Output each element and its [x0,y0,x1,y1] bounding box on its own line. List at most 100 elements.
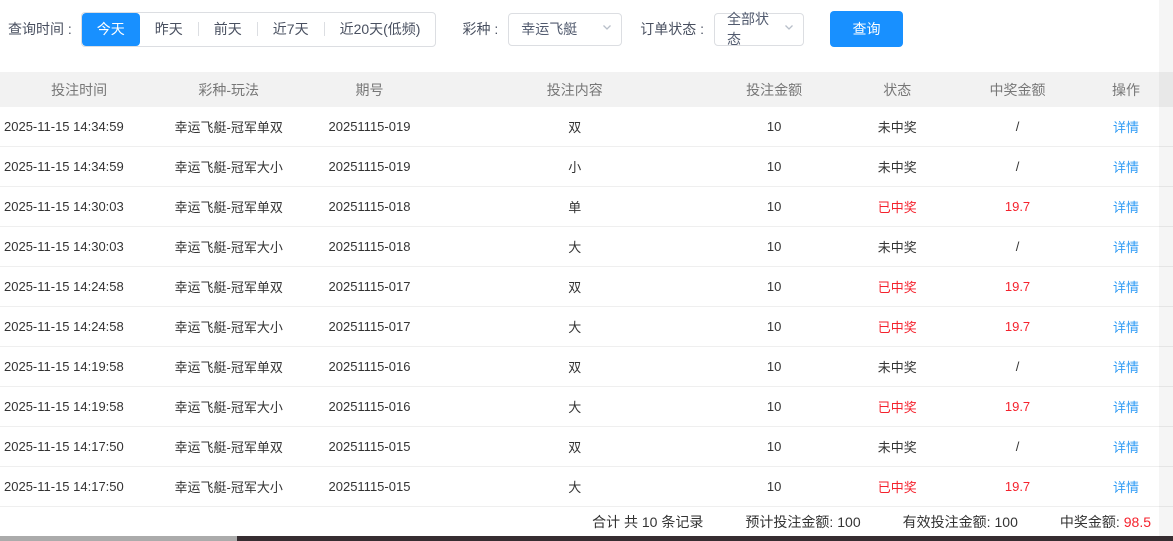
cell-issue: 20251115-017 [299,319,440,334]
summary-bar: 合计 共 10 条记录 预计投注金额:100 有效投注金额:100 中奖金额:9… [0,507,1173,536]
cell-play: 幸运飞艇-冠军大小 [158,237,299,256]
cell-status: 未中奖 [839,157,956,176]
table-row: 2025-11-15 14:24:58 幸运飞艇-冠军单双 20251115-0… [0,267,1173,307]
detail-link[interactable]: 详情 [1113,280,1139,295]
lottery-type-select[interactable]: 幸运飞艇 [508,13,622,46]
detail-link[interactable]: 详情 [1113,160,1139,175]
cell-play: 幸运飞艇-冠军大小 [158,317,299,336]
cell-content: 单 [440,197,710,216]
header-bet-content: 投注内容 [440,80,710,100]
table-row: 2025-11-15 14:30:03 幸运飞艇-冠军大小 20251115-0… [0,227,1173,267]
cell-win: 19.7 [956,319,1079,334]
detail-link[interactable]: 详情 [1113,240,1139,255]
cell-content: 双 [440,117,710,136]
cell-issue: 20251115-016 [299,399,440,414]
cell-status: 未中奖 [839,437,956,456]
cell-time: 2025-11-15 14:24:58 [0,319,158,334]
cell-amount: 10 [710,319,839,334]
cell-amount: 10 [710,439,839,454]
detail-link[interactable]: 详情 [1113,200,1139,215]
time-option-last-7-days[interactable]: 近7天 [258,13,324,46]
summary-valid: 有效投注金额:100 [903,512,1018,532]
filter-toolbar: 查询时间 : 今天 昨天 前天 近7天 近20天(低频) 彩种 : 幸运飞艇 订… [0,0,1173,72]
cell-amount: 10 [710,479,839,494]
cell-amount: 10 [710,399,839,414]
detail-link[interactable]: 详情 [1113,360,1139,375]
cell-status: 已中奖 [839,477,956,496]
cell-amount: 10 [710,199,839,214]
table-row: 2025-11-15 14:19:58 幸运飞艇-冠军大小 20251115-0… [0,387,1173,427]
chevron-down-icon [783,20,795,38]
cell-win: 19.7 [956,479,1079,494]
cell-content: 双 [440,357,710,376]
cell-play: 幸运飞艇-冠军单双 [158,277,299,296]
cell-time: 2025-11-15 14:19:58 [0,399,158,414]
cell-content: 大 [440,477,710,496]
table-row: 2025-11-15 14:17:50 幸运飞艇-冠军单双 20251115-0… [0,427,1173,467]
cell-win: 19.7 [956,399,1079,414]
table-row: 2025-11-15 14:34:59 幸运飞艇-冠军单双 20251115-0… [0,107,1173,147]
table-body: 2025-11-15 14:34:59 幸运飞艇-冠军单双 20251115-0… [0,107,1173,507]
cell-issue: 20251115-015 [299,479,440,494]
time-option-day-before[interactable]: 前天 [199,13,257,46]
cell-issue: 20251115-017 [299,279,440,294]
cell-content: 大 [440,397,710,416]
cell-win: / [956,359,1079,374]
cell-play: 幸运飞艇-冠军大小 [158,397,299,416]
cell-win: 19.7 [956,279,1079,294]
summary-win: 中奖金额:98.5 [1060,512,1151,532]
cell-amount: 10 [710,159,839,174]
horizontal-scrollbar[interactable] [0,536,1173,541]
detail-link[interactable]: 详情 [1113,440,1139,455]
time-option-yesterday[interactable]: 昨天 [140,13,198,46]
cell-amount: 10 [710,279,839,294]
cell-content: 大 [440,317,710,336]
table-row: 2025-11-15 14:30:03 幸运飞艇-冠军单双 20251115-0… [0,187,1173,227]
cell-status: 未中奖 [839,117,956,136]
cell-content: 小 [440,157,710,176]
header-status: 状态 [839,80,956,100]
vertical-scrollbar[interactable] [1159,0,1173,536]
detail-link[interactable]: 详情 [1113,480,1139,495]
time-option-today[interactable]: 今天 [82,13,140,46]
lottery-type-value: 幸运飞艇 [521,19,577,39]
cell-time: 2025-11-15 14:17:50 [0,439,158,454]
query-button[interactable]: 查询 [830,11,903,47]
header-win-amount: 中奖金额 [956,80,1079,100]
cell-win: / [956,439,1079,454]
cell-issue: 20251115-016 [299,359,440,374]
summary-win-value: 98.5 [1124,514,1151,530]
table-header-row: 投注时间 彩种-玩法 期号 投注内容 投注金额 状态 中奖金额 操作 [0,72,1173,107]
bet-records-table: 投注时间 彩种-玩法 期号 投注内容 投注金额 状态 中奖金额 操作 2025-… [0,72,1173,507]
cell-play: 幸运飞艇-冠军单双 [158,437,299,456]
cell-issue: 20251115-019 [299,159,440,174]
cell-issue: 20251115-015 [299,439,440,454]
cell-play: 幸运飞艇-冠军单双 [158,117,299,136]
lottery-type-label: 彩种 : [462,19,498,39]
order-history-page: 查询时间 : 今天 昨天 前天 近7天 近20天(低频) 彩种 : 幸运飞艇 订… [0,0,1173,541]
cell-time: 2025-11-15 14:30:03 [0,239,158,254]
cell-issue: 20251115-019 [299,119,440,134]
cell-content: 大 [440,237,710,256]
cell-amount: 10 [710,359,839,374]
order-status-select[interactable]: 全部状态 [714,13,804,46]
detail-link[interactable]: 详情 [1113,120,1139,135]
cell-play: 幸运飞艇-冠军单双 [158,197,299,216]
cell-time: 2025-11-15 14:34:59 [0,159,158,174]
cell-time: 2025-11-15 14:24:58 [0,279,158,294]
query-time-label: 查询时间 : [8,19,72,39]
header-lottery-play: 彩种-玩法 [158,80,299,100]
detail-link[interactable]: 详情 [1113,400,1139,415]
cell-status: 已中奖 [839,277,956,296]
time-option-last-20-days[interactable]: 近20天(低频) [325,13,436,46]
header-bet-amount: 投注金额 [710,80,839,100]
time-range-button-group: 今天 昨天 前天 近7天 近20天(低频) [81,12,437,47]
order-status-label: 订单状态 : [640,19,704,39]
cell-win: 19.7 [956,199,1079,214]
table-row: 2025-11-15 14:19:58 幸运飞艇-冠军单双 20251115-0… [0,347,1173,387]
cell-time: 2025-11-15 14:19:58 [0,359,158,374]
cell-play: 幸运飞艇-冠军单双 [158,357,299,376]
detail-link[interactable]: 详情 [1113,320,1139,335]
cell-time: 2025-11-15 14:34:59 [0,119,158,134]
horizontal-scrollbar-thumb[interactable] [0,536,237,541]
